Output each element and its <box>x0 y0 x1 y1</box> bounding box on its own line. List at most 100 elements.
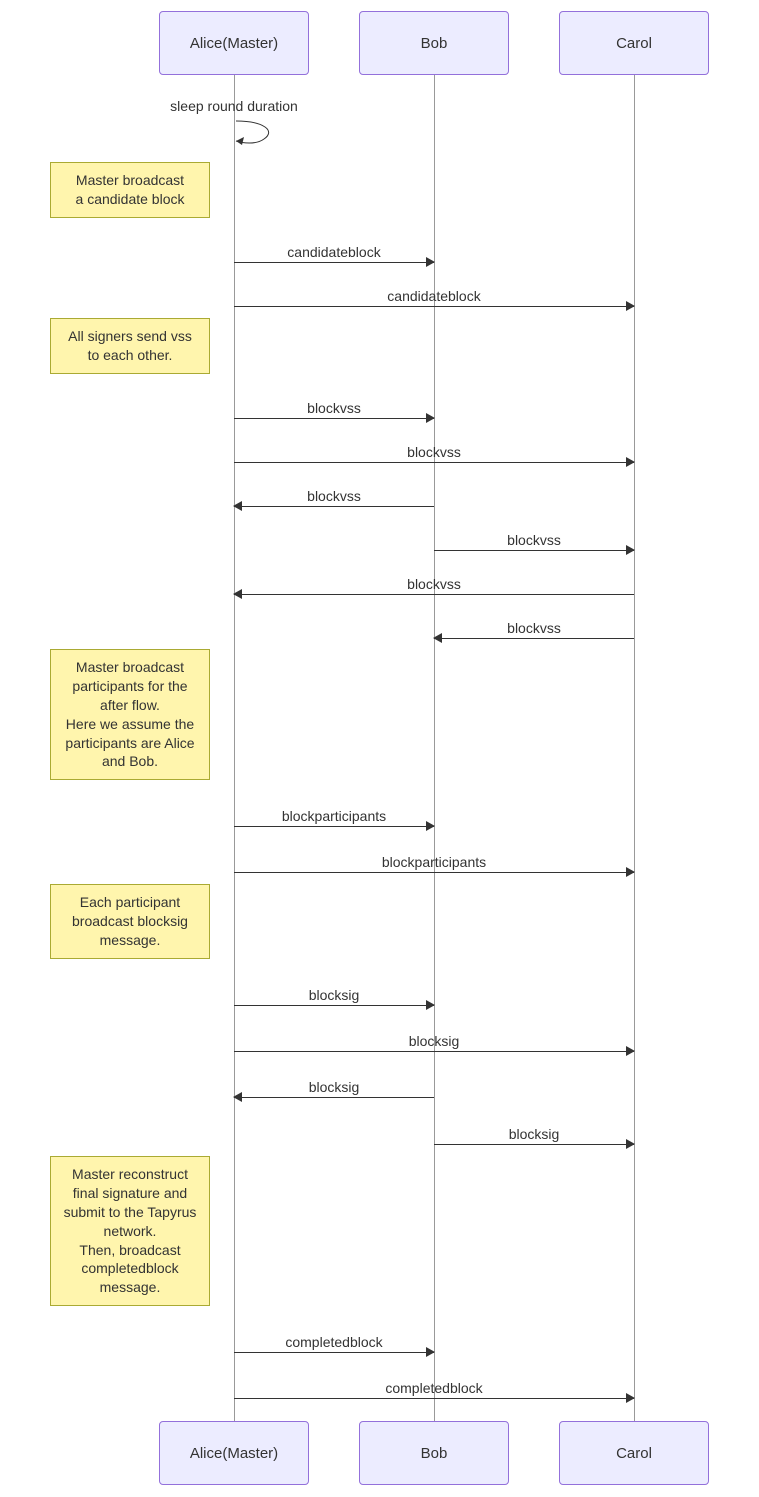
note-line: to each other. <box>57 346 203 365</box>
note-line: submit to the Tapyrus <box>57 1203 203 1222</box>
lifeline-carol <box>634 75 635 1421</box>
actor-label: Bob <box>421 1445 448 1462</box>
note-line: final signature and <box>57 1184 203 1203</box>
message: blockvss <box>434 550 634 570</box>
note-line: Master reconstruct <box>57 1165 203 1184</box>
message-line <box>234 826 434 827</box>
actor-label: Carol <box>616 35 652 52</box>
arrowhead-icon <box>433 633 442 643</box>
message-line <box>434 550 634 551</box>
message-line <box>434 638 634 639</box>
message-label: blockparticipants <box>234 854 634 870</box>
arrowhead-icon <box>233 1092 242 1102</box>
message-line <box>234 262 434 263</box>
actor-label: Alice(Master) <box>190 35 278 52</box>
message: blockvss <box>234 506 434 526</box>
arrowhead-icon <box>426 257 435 267</box>
message: blockvss <box>234 462 634 482</box>
message: completedblock <box>234 1398 634 1418</box>
actor-label: Bob <box>421 35 448 52</box>
message-label: candidateblock <box>234 288 634 304</box>
message: blockvss <box>234 594 634 614</box>
message: blocksig <box>434 1144 634 1164</box>
note-line: message. <box>57 1278 203 1297</box>
actor-label: Carol <box>616 1445 652 1462</box>
note-line: Master broadcast <box>57 658 203 677</box>
message-label: completedblock <box>234 1334 434 1350</box>
message: blockvss <box>234 418 434 438</box>
arrowhead-icon <box>426 821 435 831</box>
actor-box-carol-top: Carol <box>559 11 709 75</box>
message-line <box>234 872 634 873</box>
note: Master broadcasta candidate block <box>50 162 210 218</box>
actor-box-alice-bottom: Alice(Master) <box>159 1421 309 1485</box>
arrowhead-icon <box>626 301 635 311</box>
message-line <box>234 1005 434 1006</box>
self-message-loop <box>234 119 274 143</box>
message-label: blockparticipants <box>234 808 434 824</box>
arrowhead-icon <box>626 1139 635 1149</box>
note-line: Here we assume the <box>57 715 203 734</box>
message: candidateblock <box>234 306 634 326</box>
note: Master broadcastparticipants for theafte… <box>50 649 210 780</box>
note-line: and Bob. <box>57 752 203 771</box>
note-line: Master broadcast <box>57 171 203 190</box>
message-line <box>234 594 634 595</box>
lifeline-bob <box>434 75 435 1421</box>
arrowhead-icon <box>626 457 635 467</box>
note-line: network. <box>57 1222 203 1241</box>
message-label: blockvss <box>234 400 434 416</box>
message-label: blocksig <box>234 1033 634 1049</box>
self-message-label: sleep round duration <box>154 98 314 114</box>
note-line: message. <box>57 931 203 950</box>
message-label: blockvss <box>434 620 634 636</box>
note-line: All signers send vss <box>57 327 203 346</box>
message: candidateblock <box>234 262 434 282</box>
note: Master reconstructfinal signature andsub… <box>50 1156 210 1306</box>
actor-box-bob-bottom: Bob <box>359 1421 509 1485</box>
message-line <box>234 506 434 507</box>
message: blockparticipants <box>234 826 434 846</box>
message: blocksig <box>234 1097 434 1117</box>
note: Each participantbroadcast blocksigmessag… <box>50 884 210 959</box>
note-line: broadcast blocksig <box>57 912 203 931</box>
message: blockvss <box>434 638 634 658</box>
note-line: Each participant <box>57 893 203 912</box>
arrowhead-icon <box>426 1347 435 1357</box>
arrowhead-icon <box>233 589 242 599</box>
actor-box-alice-top: Alice(Master) <box>159 11 309 75</box>
message-line <box>234 306 634 307</box>
actor-label: Alice(Master) <box>190 1445 278 1462</box>
message-label: blocksig <box>234 987 434 1003</box>
message-line <box>234 462 634 463</box>
message-label: blocksig <box>234 1079 434 1095</box>
note-line: participants are Alice <box>57 734 203 753</box>
note-line: a candidate block <box>57 190 203 209</box>
message-line <box>434 1144 634 1145</box>
message: completedblock <box>234 1352 434 1372</box>
message-label: candidateblock <box>234 244 434 260</box>
actor-box-bob-top: Bob <box>359 11 509 75</box>
message-label: blockvss <box>234 576 634 592</box>
note-line: Then, broadcast <box>57 1241 203 1260</box>
arrowhead-icon <box>233 501 242 511</box>
arrowhead-icon <box>626 867 635 877</box>
message-label: blockvss <box>234 488 434 504</box>
message-line <box>234 1398 634 1399</box>
arrowhead-icon <box>626 545 635 555</box>
note-line: after flow. <box>57 696 203 715</box>
message-label: blockvss <box>434 532 634 548</box>
arrowhead-icon <box>426 1000 435 1010</box>
message-label: blockvss <box>234 444 634 460</box>
note-line: completedblock <box>57 1259 203 1278</box>
arrowhead-icon <box>626 1046 635 1056</box>
message-line <box>234 1352 434 1353</box>
message-label: blocksig <box>434 1126 634 1142</box>
message-line <box>234 1097 434 1098</box>
note-line: participants for the <box>57 677 203 696</box>
arrowhead-icon <box>426 413 435 423</box>
message: blocksig <box>234 1005 434 1025</box>
message-label: completedblock <box>234 1380 634 1396</box>
message: blocksig <box>234 1051 634 1071</box>
sequence-diagram: Alice(Master) Bob Carol Alice(Master) Bob Car… <box>0 0 759 1497</box>
